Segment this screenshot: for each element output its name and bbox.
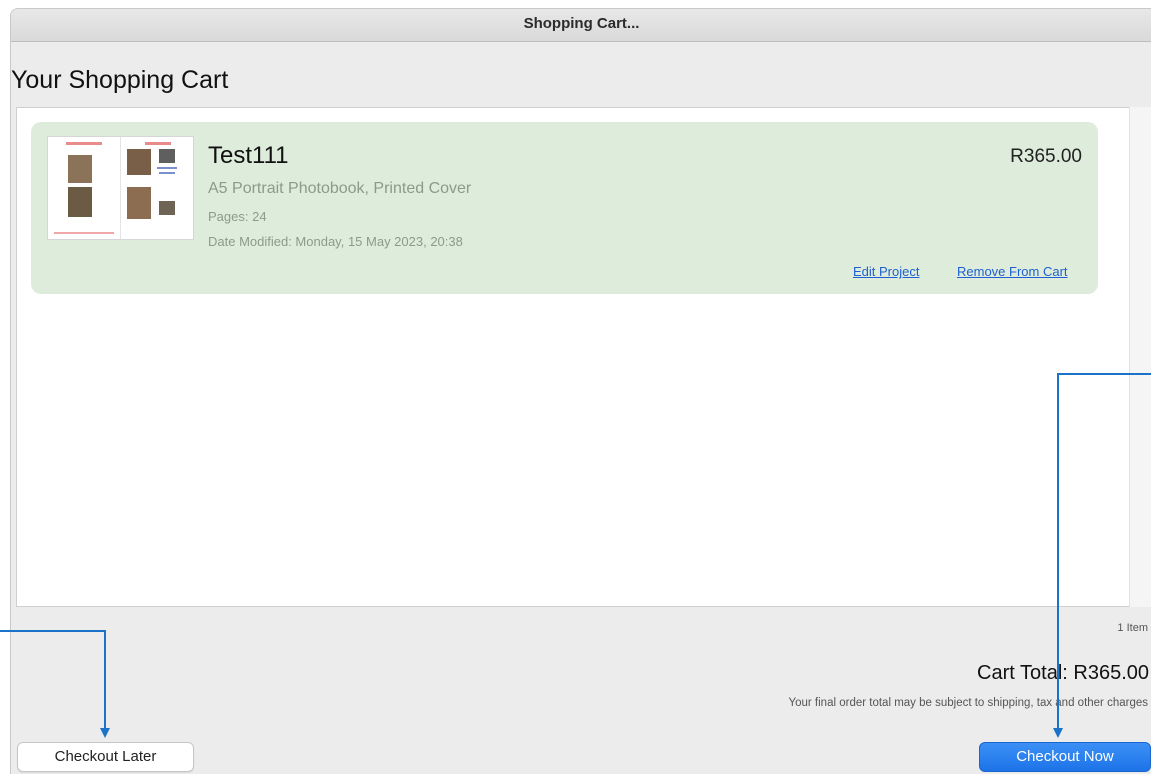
cart-item-list: Test111 R365.00 A5 Portrait Photobook, P… [16, 107, 1130, 607]
shopping-cart-window: Shopping Cart... Your Shopping Cart Test… [10, 8, 1151, 774]
remove-from-cart-link[interactable]: Remove From Cart [957, 264, 1068, 279]
thumbnail-left-page [48, 137, 121, 239]
item-price: R365.00 [1010, 146, 1082, 167]
date-modified: Date Modified: Monday, 15 May 2023, 20:3… [208, 234, 463, 249]
product-description: A5 Portrait Photobook, Printed Cover [208, 180, 472, 197]
page-title: Your Shopping Cart [11, 66, 229, 94]
screenshot-stage: Shopping Cart... Your Shopping Cart Test… [0, 0, 1151, 774]
checkout-now-button[interactable]: Checkout Now [979, 742, 1151, 772]
thumbnail-right-page [121, 137, 193, 239]
window-title: Shopping Cart... [11, 9, 1151, 42]
checkout-later-button[interactable]: Checkout Later [17, 742, 194, 772]
edit-project-link[interactable]: Edit Project [853, 264, 919, 279]
project-title: Test111 [208, 142, 289, 169]
charges-disclaimer: Your final order total may be subject to… [788, 697, 1149, 709]
photobook-thumbnail [47, 136, 194, 240]
item-count: 1 Item [1117, 622, 1148, 634]
cart-total-value: R365.00 [1073, 662, 1149, 684]
cart-total: Cart Total: R365.00 [977, 662, 1149, 685]
cart-total-label: Cart Total: [977, 662, 1068, 684]
cart-item: Test111 R365.00 A5 Portrait Photobook, P… [31, 122, 1098, 294]
page-count: Pages: 24 [208, 209, 267, 224]
vertical-scrollbar[interactable] [1129, 107, 1151, 607]
